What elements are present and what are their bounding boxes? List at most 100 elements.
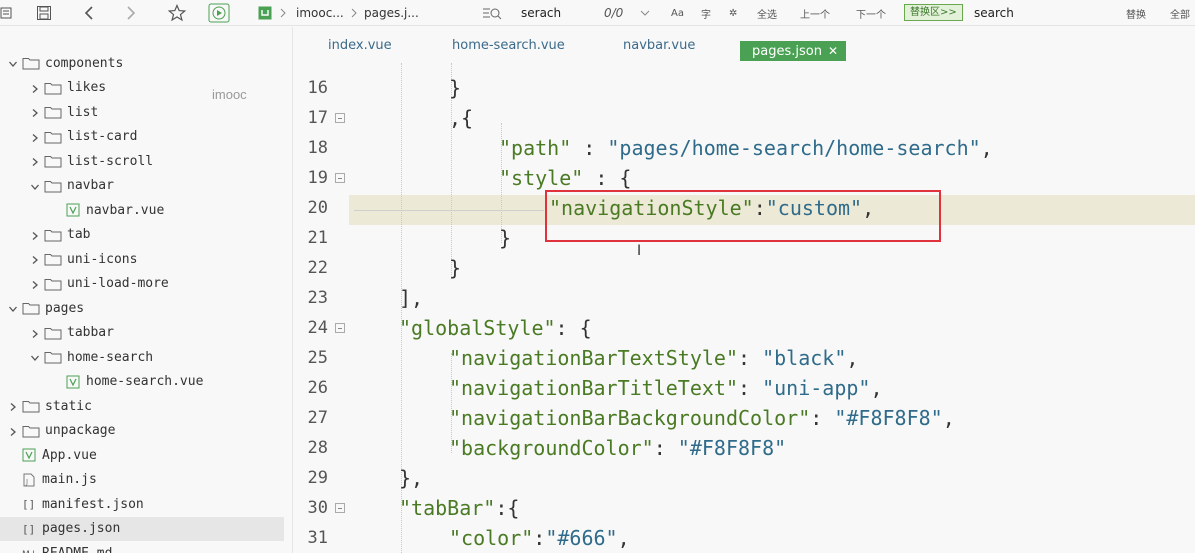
tree-item-label: tab (67, 227, 91, 242)
code-line-22: } (449, 253, 461, 283)
tree-item[interactable]: tabbar (0, 321, 284, 345)
chevron-down-icon[interactable] (640, 0, 650, 26)
tree-item[interactable]: navbar.vue (0, 198, 284, 222)
chevron-right-icon[interactable] (30, 230, 40, 240)
chevron-right-icon[interactable] (30, 328, 40, 338)
whole-word-toggle[interactable]: 字 (701, 0, 711, 26)
chevron-down-icon[interactable] (30, 181, 40, 191)
window-menu-icon[interactable] (0, 0, 14, 26)
json-key: "path" (499, 136, 572, 160)
back-icon[interactable] (82, 0, 96, 26)
tree-item[interactable]: Jmain.js (0, 468, 284, 492)
breadcrumb-file[interactable]: pages.j... (364, 0, 419, 26)
breadcrumb-project[interactable]: imooc... (296, 0, 344, 26)
tree-item-label: home-search (67, 349, 154, 365)
code-token: } (449, 256, 462, 280)
tree-item-label: home-search.vue (86, 374, 204, 389)
folder-icon (44, 350, 62, 364)
tree-item[interactable]: pages (0, 296, 284, 320)
replace-all-button[interactable]: 全部 (1170, 0, 1190, 26)
tree-item[interactable]: likes (0, 76, 284, 100)
tab-navbar-vue[interactable]: navbar.vue (623, 36, 695, 56)
tab-home-search-vue[interactable]: home-search.vue (452, 36, 565, 56)
select-all-button[interactable]: 全选 (757, 0, 777, 26)
folder-icon (44, 154, 62, 168)
star-icon[interactable] (168, 0, 186, 26)
line-number: 26 (307, 378, 328, 398)
tree-item-label: App.vue (42, 447, 97, 463)
code-token: , (617, 526, 630, 550)
tree-item-label: components (45, 55, 124, 71)
tab-index-vue[interactable]: index.vue (328, 36, 392, 56)
tree-item-label: main.js (42, 472, 97, 487)
code-token: : (737, 376, 763, 400)
tree-item[interactable]: tab (0, 223, 284, 247)
tree-item[interactable]: home-search (0, 345, 284, 369)
tree-item[interactable]: list-card (0, 125, 284, 149)
tree-item[interactable]: static (0, 394, 284, 418)
chevron-right-icon (350, 0, 358, 26)
close-icon[interactable]: ✕ (828, 44, 838, 58)
chevron-right-icon[interactable] (30, 156, 40, 166)
folder-icon (44, 326, 62, 340)
editor-tabs: index.vue home-search.vue navbar.vue pag… (294, 27, 1195, 63)
chevron-right-icon[interactable] (30, 132, 40, 142)
tree-item[interactable]: [] pages.json (0, 516, 284, 541)
replace-button[interactable]: 替换 (1126, 0, 1146, 26)
chevron-down-icon[interactable] (8, 303, 18, 313)
chevron-right-icon[interactable] (30, 83, 40, 93)
tree-item[interactable]: uni-load-more (0, 272, 284, 296)
fold-toggle-icon[interactable] (335, 503, 345, 513)
text-cursor-icon: I (637, 243, 642, 259)
replace-area-toggle[interactable]: 替换区>> (904, 4, 963, 21)
code-token: , (942, 406, 955, 430)
tree-item[interactable]: uni-icons (0, 247, 284, 271)
code-token: ,{ (449, 106, 474, 130)
fold-toggle-icon[interactable] (335, 113, 345, 123)
folder-icon (44, 179, 62, 193)
replace-input[interactable]: search (974, 5, 1014, 22)
find-input[interactable]: serach (521, 5, 561, 22)
chevron-right-icon[interactable] (8, 426, 18, 436)
code-line-19: "style" : { (499, 163, 631, 193)
tree-item-label: list (67, 104, 99, 120)
fold-toggle-icon[interactable] (335, 323, 345, 333)
tree-item-label: navbar.vue (86, 202, 165, 218)
tree-item[interactable]: home-search.vue (0, 370, 284, 394)
chevron-right-icon[interactable] (8, 401, 18, 411)
tree-item[interactable]: list-scroll (0, 149, 284, 173)
run-icon[interactable] (208, 0, 230, 26)
chevron-right-icon[interactable] (30, 254, 40, 264)
code-line-27: "navigationBarBackgroundColor": "#F8F8F8… (449, 403, 955, 433)
chevron-right-icon[interactable] (30, 107, 40, 117)
json-key: "globalStyle" (399, 316, 556, 340)
chevron-down-icon[interactable] (8, 58, 18, 68)
regex-toggle[interactable]: ✲ (729, 0, 737, 26)
line-number: 30 (307, 498, 328, 518)
tab-pages-json[interactable]: pages.json ✕ (740, 41, 847, 61)
folder-icon (44, 105, 62, 119)
next-match-button[interactable]: 下一个 (856, 0, 886, 26)
folder-icon (22, 424, 40, 438)
tree-item[interactable]: navbar (0, 174, 284, 198)
code-editor[interactable]: 16 17 18 19 20 21 22 23 24 25 26 27 28 29 30 31 } ,{ "p… (294, 63, 1195, 553)
json-value: "black" (762, 346, 847, 370)
fold-toggle-icon[interactable] (335, 173, 345, 183)
code-line-24: "globalStyle": { (399, 313, 592, 343)
json-key: "navigationBarTextStyle" (449, 346, 738, 370)
prev-match-button[interactable]: 上一个 (800, 0, 830, 26)
chevron-down-icon[interactable] (30, 352, 40, 362)
json-key: "navigationBarTitleText" (449, 376, 738, 400)
tree-item[interactable]: components (0, 51, 284, 75)
markdown-file-icon: M↓ (22, 546, 37, 553)
forward-icon[interactable] (124, 0, 138, 26)
save-icon[interactable] (36, 0, 52, 26)
tree-item[interactable]: App.vue (0, 443, 284, 467)
tree-item[interactable]: list (0, 100, 284, 124)
tree-item[interactable]: [] manifest.json (0, 492, 284, 516)
code-token: : { (583, 166, 632, 190)
match-case-toggle[interactable]: Aa (671, 0, 684, 26)
tree-item[interactable]: M↓ README.md (0, 541, 284, 553)
chevron-right-icon[interactable] (30, 279, 40, 289)
tree-item[interactable]: unpackage (0, 419, 284, 443)
